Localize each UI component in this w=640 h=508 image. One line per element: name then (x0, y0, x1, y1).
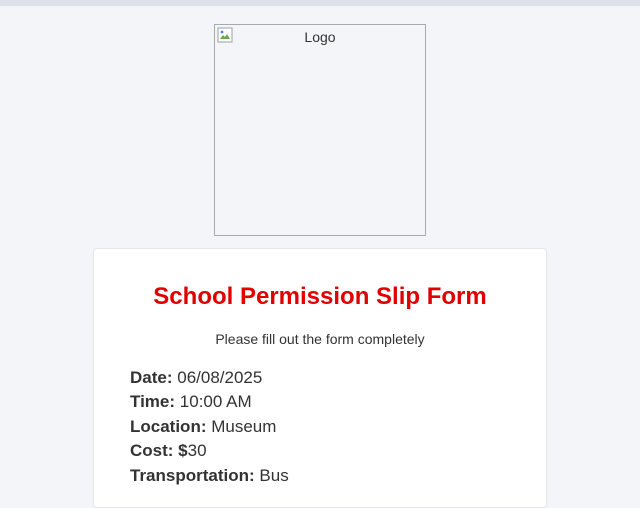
logo-alt-text: Logo (304, 29, 336, 45)
detail-value: Bus (259, 465, 289, 485)
detail-location: Location: Museum (130, 415, 510, 439)
detail-value: 30 (187, 441, 207, 461)
detail-value: Museum (211, 416, 277, 436)
detail-value: 10:00 AM (179, 392, 252, 412)
detail-label: Cost: $ (130, 441, 188, 461)
form-subtitle: Please fill out the form completely (215, 331, 425, 347)
detail-label: Transportation: (130, 465, 255, 485)
detail-transportation: Transportation: Bus (130, 464, 510, 488)
detail-date: Date: 06/08/2025 (130, 366, 510, 390)
top-divider (0, 0, 640, 6)
form-title: School Permission Slip Form (153, 283, 487, 310)
detail-label: Location: (130, 416, 207, 436)
detail-label: Date: (130, 368, 173, 387)
detail-value: 06/08/2025 (177, 368, 263, 387)
trip-details: Date: 06/08/2025 Time: 10:00 AM Location… (130, 366, 510, 488)
logo-image: Logo (214, 24, 426, 236)
detail-label: Time: (130, 392, 176, 412)
detail-time: Time: 10:00 AM (130, 390, 510, 414)
permission-slip-card: School Permission Slip Form Please fill … (93, 248, 547, 508)
detail-cost: Cost: $30 (130, 439, 510, 463)
